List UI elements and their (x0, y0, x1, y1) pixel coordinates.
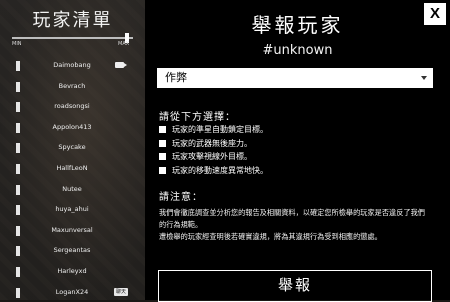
player-name: HallfLeoN (56, 163, 88, 172)
player-name: Nutee (62, 184, 82, 193)
option-label: 玩家的移動速度異常地快。 (172, 165, 268, 175)
note-label: 請注意： (159, 192, 203, 203)
player-status-bar (16, 184, 20, 195)
reason-option[interactable]: 玩家的武器無後座力。 (159, 138, 419, 152)
player-status-bar (16, 81, 20, 92)
option-checkbox[interactable] (159, 166, 166, 174)
player-status-bar (16, 143, 20, 154)
note-paragraph: 遭檢舉的玩家經查明後若確實違規，將為其違規行為受到相應的懲處。 (159, 232, 382, 242)
reason-options: 玩家的準星自動鎖定目標。 玩家的武器無後座力。 玩家攻擊視線外目標。 玩家的移動… (159, 124, 419, 178)
player-name: Maxunversal (51, 225, 93, 234)
option-checkbox[interactable] (159, 126, 166, 133)
player-status-bar (16, 225, 20, 236)
player-name: Bevrach (58, 81, 86, 90)
player-row[interactable]: Harleyxd (0, 262, 145, 283)
player-row[interactable]: Bevrach (0, 77, 145, 98)
player-row[interactable]: huya_ahui (0, 200, 145, 221)
reported-player-name: #unknown (262, 43, 333, 58)
player-row[interactable]: Daimobang (0, 56, 145, 77)
reason-dropdown[interactable]: 作弊 (157, 68, 433, 88)
option-label: 玩家的武器無後座力。 (172, 138, 252, 148)
volume-slider-track[interactable] (12, 37, 133, 39)
player-status-bar (16, 246, 20, 257)
submit-report-button[interactable]: 舉報 (158, 270, 432, 302)
player-name: roadsongsi (54, 102, 90, 111)
note-paragraph: 我們會徹底調查並分析您的報告及相關資料，以確定您所檢舉的玩家是否違反了我們的行為… (159, 208, 425, 230)
reason-option[interactable]: 玩家的移動速度異常地快。 (159, 165, 419, 179)
player-row[interactable]: Spycake (0, 138, 145, 159)
camera-icon (115, 62, 127, 68)
player-row[interactable]: Nutee (0, 180, 145, 201)
option-label: 玩家攻擊視線外目標。 (172, 152, 252, 161)
player-name: Daimobang (53, 61, 91, 69)
player-name: Sergeantas (53, 246, 91, 255)
option-checkbox[interactable] (159, 139, 166, 147)
player-row[interactable]: roadsongsi (0, 97, 145, 118)
report-title: 舉報玩家 (251, 13, 344, 37)
slider-max-label: MAX (118, 41, 130, 47)
player-name: Spycake (58, 143, 86, 152)
player-status-bar (16, 122, 20, 133)
player-row[interactable]: HallfLeoN (0, 159, 145, 180)
reason-option[interactable]: 玩家攻擊視線外目標。 (159, 151, 419, 165)
reason-dropdown-value: 作弊 (165, 71, 187, 84)
player-name: Appolon413 (52, 122, 92, 131)
player-status-bar (16, 102, 20, 113)
player-status-bar (16, 266, 20, 277)
player-row[interactable]: Appolon413 (0, 118, 145, 139)
player-status-bar (16, 163, 20, 174)
player-name: Harleyxd (57, 266, 87, 275)
player-status-bar (16, 61, 20, 71)
slider-min-label: MIN (12, 41, 22, 47)
player-name: huya_ahui (55, 205, 89, 214)
player-list: Daimobang Bevrach roadsongsi Appolon413 … (0, 56, 145, 300)
report-panel: X 舉報玩家 #unknown 作弊 請從下方選擇： 玩家的準星自動鎖定目標。 … (145, 0, 450, 302)
player-row[interactable]: Maxunversal (0, 221, 145, 242)
player-row[interactable]: LoganX24 聊天 (0, 283, 145, 300)
reason-option[interactable]: 玩家的準星自動鎖定目標。 (159, 124, 419, 138)
note-body: 我們會徹底調查並分析您的報告及相關資料，以確定您所檢舉的玩家是否違反了我們的行為… (159, 207, 431, 244)
option-label: 玩家的準星自動鎖定目標。 (172, 125, 268, 134)
player-status-bar (16, 287, 20, 298)
choose-label: 請從下方選擇： (159, 112, 236, 123)
player-list-title: 玩家清單 (32, 10, 113, 31)
player-list-panel: 玩家清單 MIN MAX Daimobang Bevrach roadsongs… (0, 0, 145, 300)
player-status-bar (16, 205, 20, 216)
chevron-down-icon (421, 76, 427, 80)
option-checkbox[interactable] (159, 153, 166, 160)
chat-badge: 聊天 (114, 287, 129, 296)
player-name: LoganX24 (55, 287, 89, 296)
player-row[interactable]: Sergeantas (0, 241, 145, 262)
